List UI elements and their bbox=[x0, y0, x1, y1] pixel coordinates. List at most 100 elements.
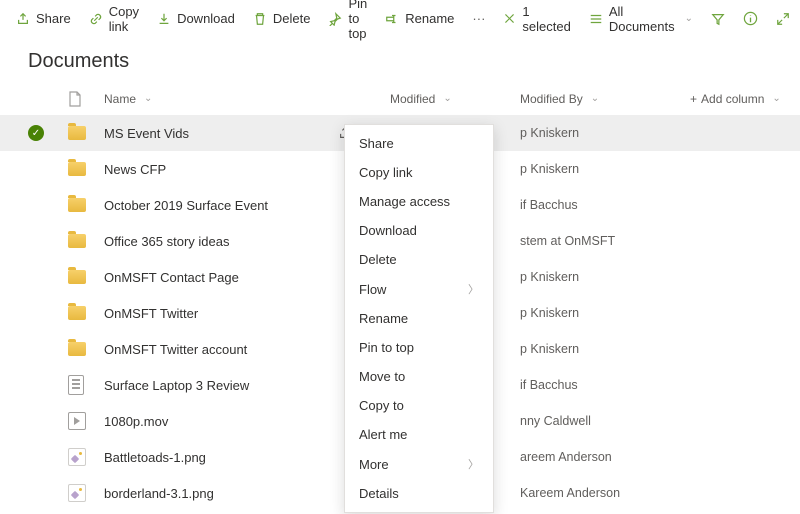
context-menu-item[interactable]: Alert me bbox=[345, 420, 493, 449]
item-modified-by: Kareem Anderson bbox=[520, 486, 690, 500]
copy-link-label: Copy link bbox=[109, 4, 139, 34]
filter-icon bbox=[711, 12, 725, 26]
context-menu-label: Move to bbox=[359, 369, 405, 384]
context-menu-label: Flow bbox=[359, 282, 386, 297]
column-modified-by[interactable]: Modified By ⌄ bbox=[520, 92, 690, 106]
column-header-row: Name ⌄ Modified ⌄ Modified By ⌄ + Add co… bbox=[0, 83, 800, 115]
item-modified-by: p Kniskern bbox=[520, 126, 690, 140]
item-name[interactable]: OnMSFT Twitter account bbox=[104, 342, 247, 357]
folder-icon bbox=[68, 234, 86, 248]
checkmark-icon[interactable]: ✓ bbox=[28, 125, 44, 141]
column-modified-by-label: Modified By bbox=[520, 92, 583, 106]
column-modified-label: Modified bbox=[390, 92, 435, 106]
pin-icon bbox=[328, 12, 342, 26]
info-icon bbox=[743, 11, 758, 26]
item-modified-by: p Kniskern bbox=[520, 162, 690, 176]
view-mode-dropdown[interactable]: All Documents ⌄ bbox=[581, 0, 701, 38]
link-icon bbox=[89, 12, 103, 26]
context-menu-item[interactable]: Move to bbox=[345, 362, 493, 391]
context-menu-item[interactable]: Flow 〉 bbox=[345, 274, 493, 304]
plus-icon: + bbox=[690, 92, 697, 106]
context-menu-item[interactable]: Rename bbox=[345, 304, 493, 333]
chevron-down-icon: ⌄ bbox=[443, 93, 451, 104]
item-name[interactable]: OnMSFT Twitter bbox=[104, 306, 198, 321]
context-menu-item[interactable]: Delete bbox=[345, 245, 493, 274]
column-modified[interactable]: Modified ⌄ bbox=[390, 92, 520, 106]
download-button[interactable]: Download bbox=[149, 7, 243, 30]
item-modified-by: if Bacchus bbox=[520, 198, 690, 212]
rename-button[interactable]: Rename bbox=[377, 7, 462, 30]
item-name[interactable]: Surface Laptop 3 Review bbox=[104, 378, 249, 393]
chevron-down-icon: ⌄ bbox=[591, 93, 599, 104]
pin-to-top-button[interactable]: Pin to top bbox=[320, 0, 375, 45]
list-icon bbox=[589, 12, 603, 26]
chevron-down-icon: ⌄ bbox=[144, 93, 152, 104]
document-icon bbox=[68, 375, 84, 395]
context-menu-item[interactable]: Copy to bbox=[345, 391, 493, 420]
info-button[interactable] bbox=[735, 7, 766, 30]
chevron-right-icon: 〉 bbox=[468, 456, 479, 472]
download-icon bbox=[157, 12, 171, 26]
image-icon bbox=[68, 448, 86, 466]
share-label: Share bbox=[36, 11, 71, 26]
context-menu-item[interactable]: Pin to top bbox=[345, 333, 493, 362]
item-modified-by: areem Anderson bbox=[520, 450, 690, 464]
item-name[interactable]: OnMSFT Contact Page bbox=[104, 270, 239, 285]
pin-label: Pin to top bbox=[348, 0, 367, 41]
item-name[interactable]: borderland-3.1.png bbox=[104, 486, 214, 501]
item-name[interactable]: October 2019 Surface Event bbox=[104, 198, 268, 213]
rename-label: Rename bbox=[405, 11, 454, 26]
item-modified-by: p Kniskern bbox=[520, 342, 690, 356]
item-modified-by: nny Caldwell bbox=[520, 414, 690, 428]
share-icon bbox=[16, 12, 30, 26]
column-add[interactable]: + Add column ⌄ bbox=[690, 92, 800, 106]
folder-icon bbox=[68, 162, 86, 176]
column-name-label: Name bbox=[104, 92, 136, 106]
close-icon bbox=[503, 12, 516, 25]
download-label: Download bbox=[177, 11, 235, 26]
context-menu-item[interactable]: Download bbox=[345, 216, 493, 245]
item-name[interactable]: Battletoads-1.png bbox=[104, 450, 206, 465]
context-menu-label: Rename bbox=[359, 311, 408, 326]
item-modified-by: stem at OnMSFT bbox=[520, 234, 690, 248]
column-name[interactable]: Name ⌄ bbox=[104, 92, 338, 106]
item-modified-by: if Bacchus bbox=[520, 378, 690, 392]
item-name[interactable]: MS Event Vids bbox=[104, 126, 189, 141]
chevron-down-icon: ⌄ bbox=[685, 13, 693, 24]
delete-button[interactable]: Delete bbox=[245, 7, 319, 30]
expand-icon bbox=[776, 12, 790, 26]
item-modified-by: p Kniskern bbox=[520, 270, 690, 284]
context-menu-label: Details bbox=[359, 486, 399, 501]
delete-icon bbox=[253, 12, 267, 26]
ellipsis-icon: ··· bbox=[472, 11, 485, 26]
share-button[interactable]: Share bbox=[8, 7, 79, 30]
item-name[interactable]: 1080p.mov bbox=[104, 414, 168, 429]
delete-label: Delete bbox=[273, 11, 311, 26]
expand-button[interactable] bbox=[768, 8, 798, 30]
item-modified-by: p Kniskern bbox=[520, 306, 690, 320]
context-menu-item[interactable]: More 〉 bbox=[345, 449, 493, 479]
folder-icon bbox=[68, 198, 86, 212]
chevron-right-icon: 〉 bbox=[468, 281, 479, 297]
context-menu-label: More bbox=[359, 457, 389, 472]
filter-button[interactable] bbox=[703, 8, 733, 30]
context-menu-label: Share bbox=[359, 136, 394, 151]
context-menu-item[interactable]: Copy link bbox=[345, 158, 493, 187]
context-menu-label: Alert me bbox=[359, 427, 407, 442]
item-name[interactable]: News CFP bbox=[104, 162, 166, 177]
more-actions-button[interactable]: ··· bbox=[464, 7, 493, 30]
context-menu-item[interactable]: Details bbox=[345, 479, 493, 508]
clear-selection-button[interactable]: 1 selected bbox=[495, 0, 578, 38]
copy-link-button[interactable]: Copy link bbox=[81, 0, 147, 38]
context-menu-label: Copy to bbox=[359, 398, 404, 413]
context-menu-label: Copy link bbox=[359, 165, 412, 180]
rename-icon bbox=[385, 12, 399, 26]
item-name[interactable]: Office 365 story ideas bbox=[104, 234, 230, 249]
context-menu-item[interactable]: Share bbox=[345, 129, 493, 158]
folder-icon bbox=[68, 306, 86, 320]
folder-icon bbox=[68, 270, 86, 284]
column-type-icon[interactable] bbox=[68, 91, 104, 107]
context-menu-item[interactable]: Manage access bbox=[345, 187, 493, 216]
folder-icon bbox=[68, 126, 86, 140]
context-menu-label: Manage access bbox=[359, 194, 450, 209]
